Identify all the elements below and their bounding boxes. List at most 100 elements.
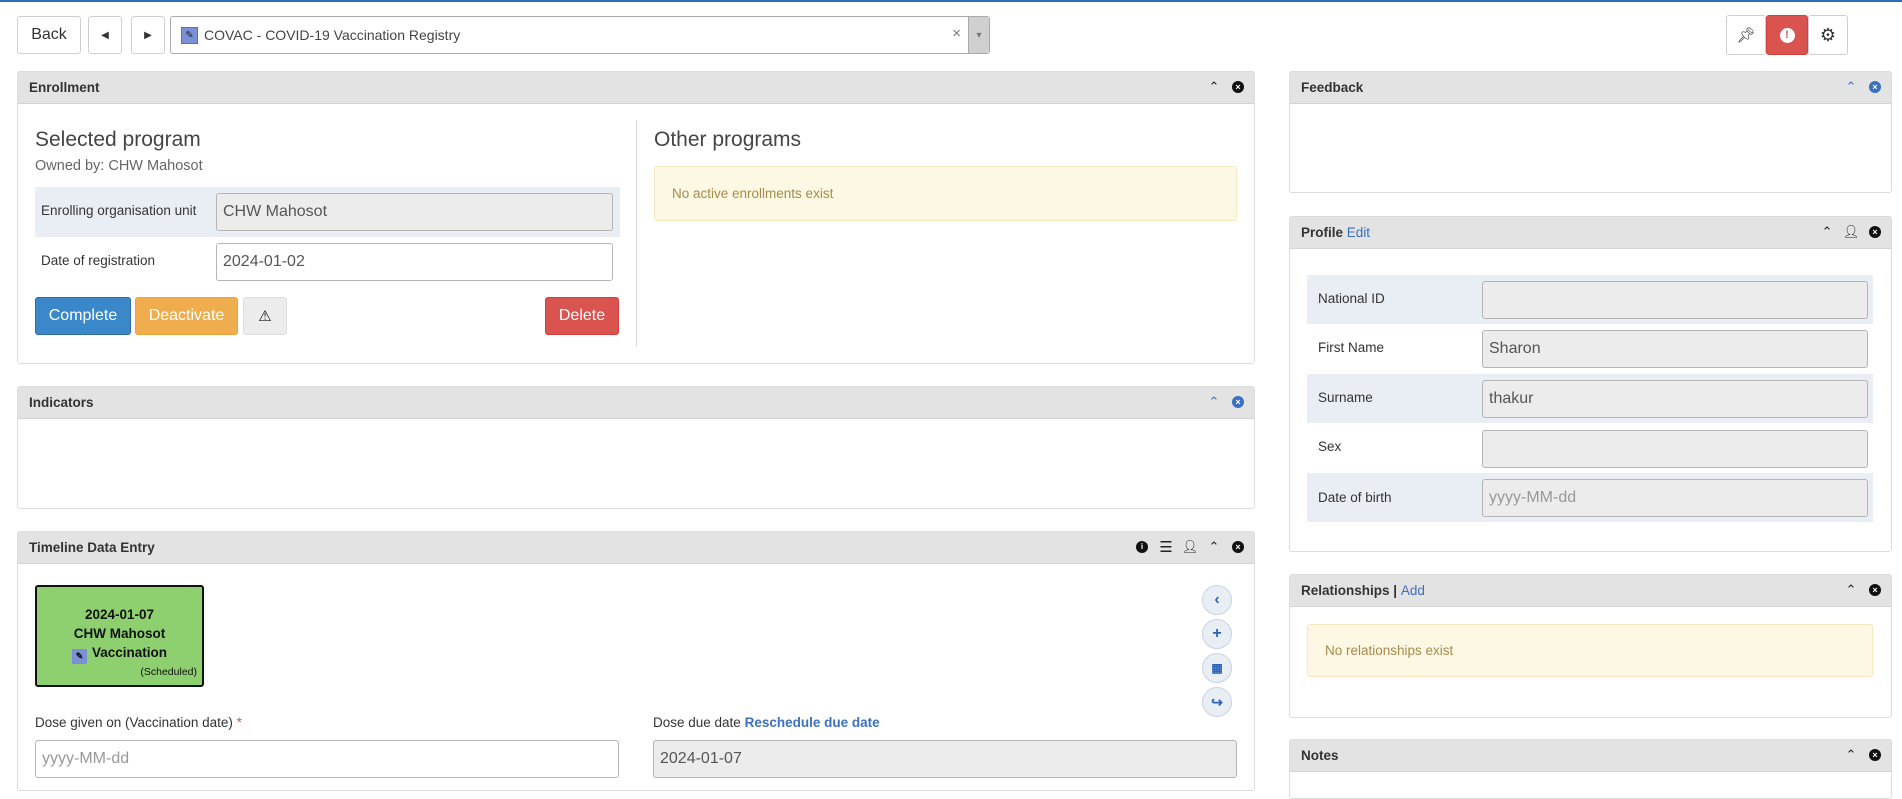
syringe-icon: ✎ [181,27,198,44]
refer-event-button[interactable]: ↪ [1202,687,1232,717]
chevron-up-icon[interactable]: ⌃ [1843,78,1859,96]
plus-icon: + [1212,625,1222,642]
back-arrow-button[interactable]: ‹ [1202,585,1232,615]
indicators-title: Indicators [29,395,94,410]
event-date: 2024-01-07 [84,607,155,622]
profile-edit-link[interactable]: Edit [1347,225,1370,240]
share-icon: ↪ [1211,693,1223,710]
registration-date-field[interactable]: 2024-01-02 [216,243,613,281]
date-of-birth-label: Date of birth [1318,490,1392,505]
notes-panel: Notes ⌃ × [1289,739,1892,799]
timeline-panel-header: Timeline Data Entry i ☰ 👤︎ ⌃ × [18,532,1254,564]
surname-field[interactable]: thakur [1482,380,1868,418]
close-icon[interactable]: × [1230,393,1246,411]
notes-panel-header: Notes ⌃ × [1290,740,1891,772]
reschedule-due-date-link[interactable]: Reschedule due date [745,715,880,730]
close-icon[interactable]: × [1867,78,1883,96]
close-icon[interactable]: × [1230,78,1246,96]
relationships-title-text: Relationships [1301,583,1390,598]
sex-field[interactable] [1482,430,1868,468]
previous-button[interactable]: ◀ [88,16,122,54]
caret-right-icon: ▶ [144,29,152,41]
event-stage-label: Vaccination [91,645,168,660]
enrollment-title: Enrollment [29,80,100,95]
org-unit-label: Enrolling organisation unit [41,203,197,218]
notes-title: Notes [1301,748,1339,763]
complete-button[interactable]: Complete [35,297,131,335]
dose-due-label-text: Dose due date [653,715,741,730]
chevron-up-icon[interactable]: ⌃ [1206,393,1222,411]
close-icon[interactable]: × [1867,581,1883,599]
chevron-left-icon: ‹ [1214,591,1220,608]
relationships-title: Relationships | Add [1301,583,1425,598]
user-icon[interactable]: 👤︎ [1182,538,1199,556]
alert-button[interactable]: ! [1766,15,1808,55]
other-programs-heading: Other programs [654,128,802,151]
indicators-panel: Indicators ⌃ × [17,386,1255,509]
feedback-title: Feedback [1301,80,1364,95]
user-icon[interactable]: 👤︎ [1843,223,1860,241]
list-icon[interactable]: ☰ [1158,538,1174,556]
close-icon[interactable]: × [1867,223,1883,241]
event-card-vaccination[interactable]: 2024-01-07 CHW Mahosot ✎ Vaccination (Sch… [35,585,204,687]
org-unit-field[interactable]: CHW Mahosot [216,193,613,231]
selected-program-heading: Selected program [35,128,201,151]
event-org-unit: CHW Mahosot [73,626,166,641]
chevron-up-icon[interactable]: ⌃ [1843,581,1859,599]
close-icon[interactable]: × [1867,746,1883,764]
dose-given-field[interactable]: yyyy-MM-dd [35,740,619,778]
calendar-icon: ▦ [1211,661,1223,675]
schedule-event-button[interactable]: ▦ [1202,653,1232,683]
pin-icon: 📌︎ [1736,27,1756,44]
event-status: (Scheduled) [140,666,197,678]
relationships-panel-header: Relationships | Add ⌃ × [1290,575,1891,607]
date-of-birth-field[interactable]: yyyy-MM-dd [1482,479,1868,517]
profile-title: Profile Edit [1301,225,1370,240]
caret-left-icon: ◀ [101,29,109,41]
gear-icon: ⚙ [1819,24,1837,45]
first-name-label: First Name [1318,340,1385,355]
national-id-field[interactable] [1482,281,1868,319]
info-icon[interactable]: i [1134,538,1150,556]
next-button[interactable]: ▶ [131,16,165,54]
program-select[interactable]: ✎ COVAC - COVID-19 Vaccination Registry … [170,16,990,54]
owned-by-text: Owned by: CHW Mahosot [35,158,203,174]
back-button[interactable]: Back [17,16,81,54]
dose-due-field[interactable]: 2024-01-07 [653,740,1237,778]
profile-title-text: Profile [1301,225,1344,240]
no-relationships-alert: No relationships exist [1307,624,1873,677]
add-relationship-link[interactable]: Add [1401,583,1425,598]
required-mark: * [236,715,242,730]
syringe-icon: ✎ [71,649,87,664]
national-id-label: National ID [1318,291,1385,306]
enrollment-divider [636,120,637,346]
add-event-button[interactable]: + [1202,619,1232,649]
chevron-up-icon[interactable]: ⌃ [1206,538,1222,556]
chevron-up-icon[interactable]: ⌃ [1819,223,1835,241]
chevron-down-icon[interactable]: ▾ [968,17,989,53]
deactivate-button[interactable]: Deactivate [135,297,238,335]
relationships-separator: | [1393,583,1398,598]
profile-panel-header: Profile Edit ⌃ 👤︎ × [1290,217,1891,249]
pin-button[interactable]: 📌︎ [1726,15,1766,55]
first-name-field[interactable]: Sharon [1482,330,1868,368]
surname-label: Surname [1318,390,1373,405]
exclamation-circle-icon: ! [1779,27,1795,43]
feedback-panel: Feedback ⌃ × [1289,71,1892,193]
warning-icon: ⚠ [258,308,272,325]
clear-selection-icon[interactable]: × [952,25,961,42]
settings-button[interactable]: ⚙ [1808,15,1848,55]
dose-given-label-text: Dose given on (Vaccination date) [35,715,233,730]
no-enrollments-alert: No active enrollments exist [654,166,1237,221]
dose-due-label: Dose due date Reschedule due date [653,715,880,730]
chevron-up-icon[interactable]: ⌃ [1843,746,1859,764]
feedback-panel-header: Feedback ⌃ × [1290,72,1891,104]
delete-button[interactable]: Delete [545,297,619,335]
chevron-up-icon[interactable]: ⌃ [1206,78,1222,96]
sex-label: Sex [1318,439,1342,454]
event-stage: ✎ Vaccination [37,645,202,664]
top-accent-line [0,0,1902,2]
warning-button[interactable]: ⚠ [243,297,287,335]
close-icon[interactable]: × [1230,538,1246,556]
registration-date-label: Date of registration [41,253,156,268]
